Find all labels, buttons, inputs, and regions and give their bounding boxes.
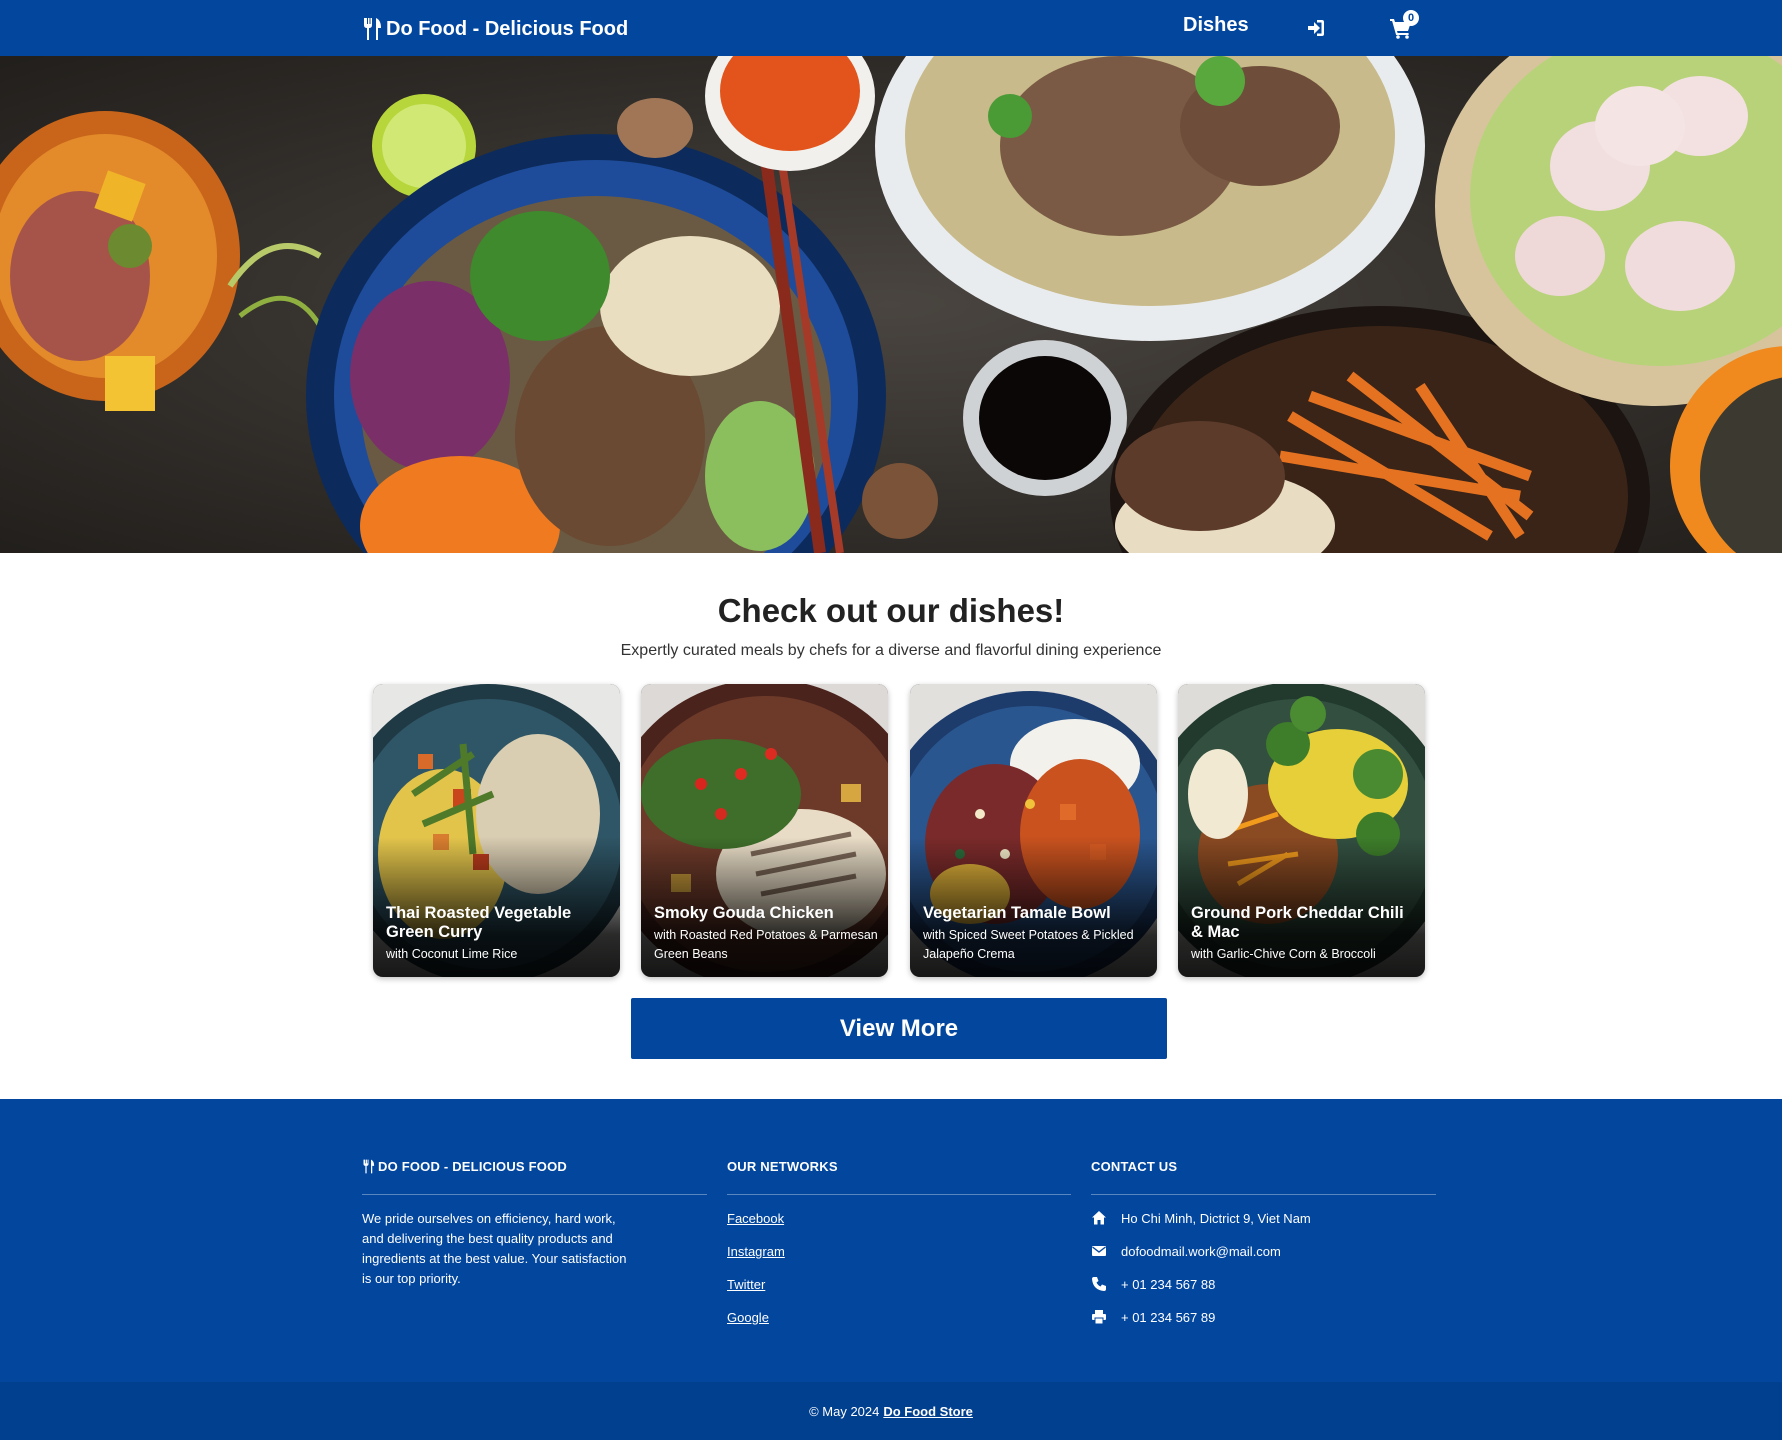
view-more-button[interactable]: View More [631, 998, 1167, 1059]
copyright-text: © May 2024 [809, 1403, 880, 1419]
section-title: Check out our dishes! [717, 592, 1065, 629]
contact-address-text: Ho Chi Minh, Dictrict 9, Viet Nam [1121, 1210, 1311, 1226]
utensils-icon [363, 1159, 375, 1174]
utensils-icon [364, 18, 381, 40]
dish-subtitle: with Roasted Red Potatoes & Parmesan Gre… [654, 928, 878, 961]
dish-card-grid: Thai Roasted Vegetable Green Curry with … [373, 684, 1426, 977]
divider [1091, 1194, 1436, 1195]
contact-email: dofoodmail.work@mail.com [1091, 1243, 1281, 1259]
nav-dishes-link[interactable]: Dishes [1183, 14, 1249, 37]
brand-name: Do Food - Delicious Food [386, 17, 629, 40]
card-text: Smoky Gouda Chicken with Roasted Red Pot… [654, 904, 878, 964]
card-text: Thai Roasted Vegetable Green Curry with … [386, 904, 610, 964]
print-icon [1092, 1310, 1106, 1325]
dish-name: Ground Pork Cheddar Chili & Mac [1191, 904, 1404, 941]
store-link[interactable]: Do Food Store [883, 1404, 973, 1419]
dish-card[interactable]: Thai Roasted Vegetable Green Curry with … [373, 684, 620, 977]
home-icon [1092, 1211, 1106, 1225]
card-text: Ground Pork Cheddar Chili & Mac with Gar… [1191, 904, 1415, 964]
navbar: Do Food - Delicious Food Dishes 0 [0, 0, 1782, 56]
dish-card[interactable]: Smoky Gouda Chicken with Roasted Red Pot… [641, 684, 888, 977]
footer-about-title: DO FOOD - DELICIOUS FOOD [378, 1159, 567, 1174]
footer: DO FOOD - DELICIOUS FOOD OUR NETWORKS CO… [0, 1099, 1782, 1382]
envelope-icon [1092, 1246, 1106, 1256]
contact-fax: + 01 234 567 89 [1091, 1309, 1215, 1325]
sign-in-icon[interactable] [1305, 17, 1327, 39]
hero-banner [0, 56, 1782, 553]
google-link[interactable]: Google [727, 1310, 769, 1325]
dish-name: Thai Roasted Vegetable Green Curry [386, 904, 572, 941]
dish-subtitle: with Garlic-Chive Corn & Broccoli [1191, 947, 1376, 961]
dish-name: Smoky Gouda Chicken [654, 904, 834, 922]
brand-link[interactable]: Do Food - Delicious Food [362, 14, 628, 44]
footer-about-text: We pride ourselves on efficiency, hard w… [362, 1211, 627, 1286]
card-text: Vegetarian Tamale Bowl with Spiced Sweet… [923, 904, 1147, 964]
contact-email-text: dofoodmail.work@mail.com [1121, 1243, 1281, 1259]
footer-networks-heading: OUR NETWORKS [727, 1159, 838, 1174]
dish-card[interactable]: Vegetarian Tamale Bowl with Spiced Sweet… [910, 684, 1157, 977]
dish-subtitle: with Coconut Lime Rice [386, 947, 518, 961]
copyright-bar: © May 2024 Do Food Store [0, 1382, 1782, 1440]
contact-phone-text: + 01 234 567 88 [1121, 1276, 1216, 1292]
footer-contact-heading: CONTACT US [1091, 1159, 1178, 1174]
section-subtitle: Expertly curated meals by chefs for a di… [620, 642, 1162, 659]
contact-phone: + 01 234 567 88 [1091, 1276, 1215, 1292]
phone-icon [1092, 1277, 1106, 1291]
dish-subtitle: with Spiced Sweet Potatoes & Pickled Jal… [923, 928, 1134, 961]
cart-count-badge: 0 [1403, 10, 1419, 26]
divider [362, 1194, 707, 1195]
contact-address: Ho Chi Minh, Dictrict 9, Viet Nam [1091, 1210, 1311, 1226]
divider [727, 1194, 1071, 1195]
contact-fax-text: + 01 234 567 89 [1121, 1309, 1216, 1325]
footer-about-heading: DO FOOD - DELICIOUS FOOD [362, 1159, 567, 1174]
twitter-link[interactable]: Twitter [727, 1277, 765, 1292]
dish-name: Vegetarian Tamale Bowl [923, 904, 1111, 922]
instagram-link[interactable]: Instagram [727, 1244, 785, 1259]
facebook-link[interactable]: Facebook [727, 1211, 784, 1226]
hero-food-image [0, 56, 1782, 553]
dish-card[interactable]: Ground Pork Cheddar Chili & Mac with Gar… [1178, 684, 1425, 977]
